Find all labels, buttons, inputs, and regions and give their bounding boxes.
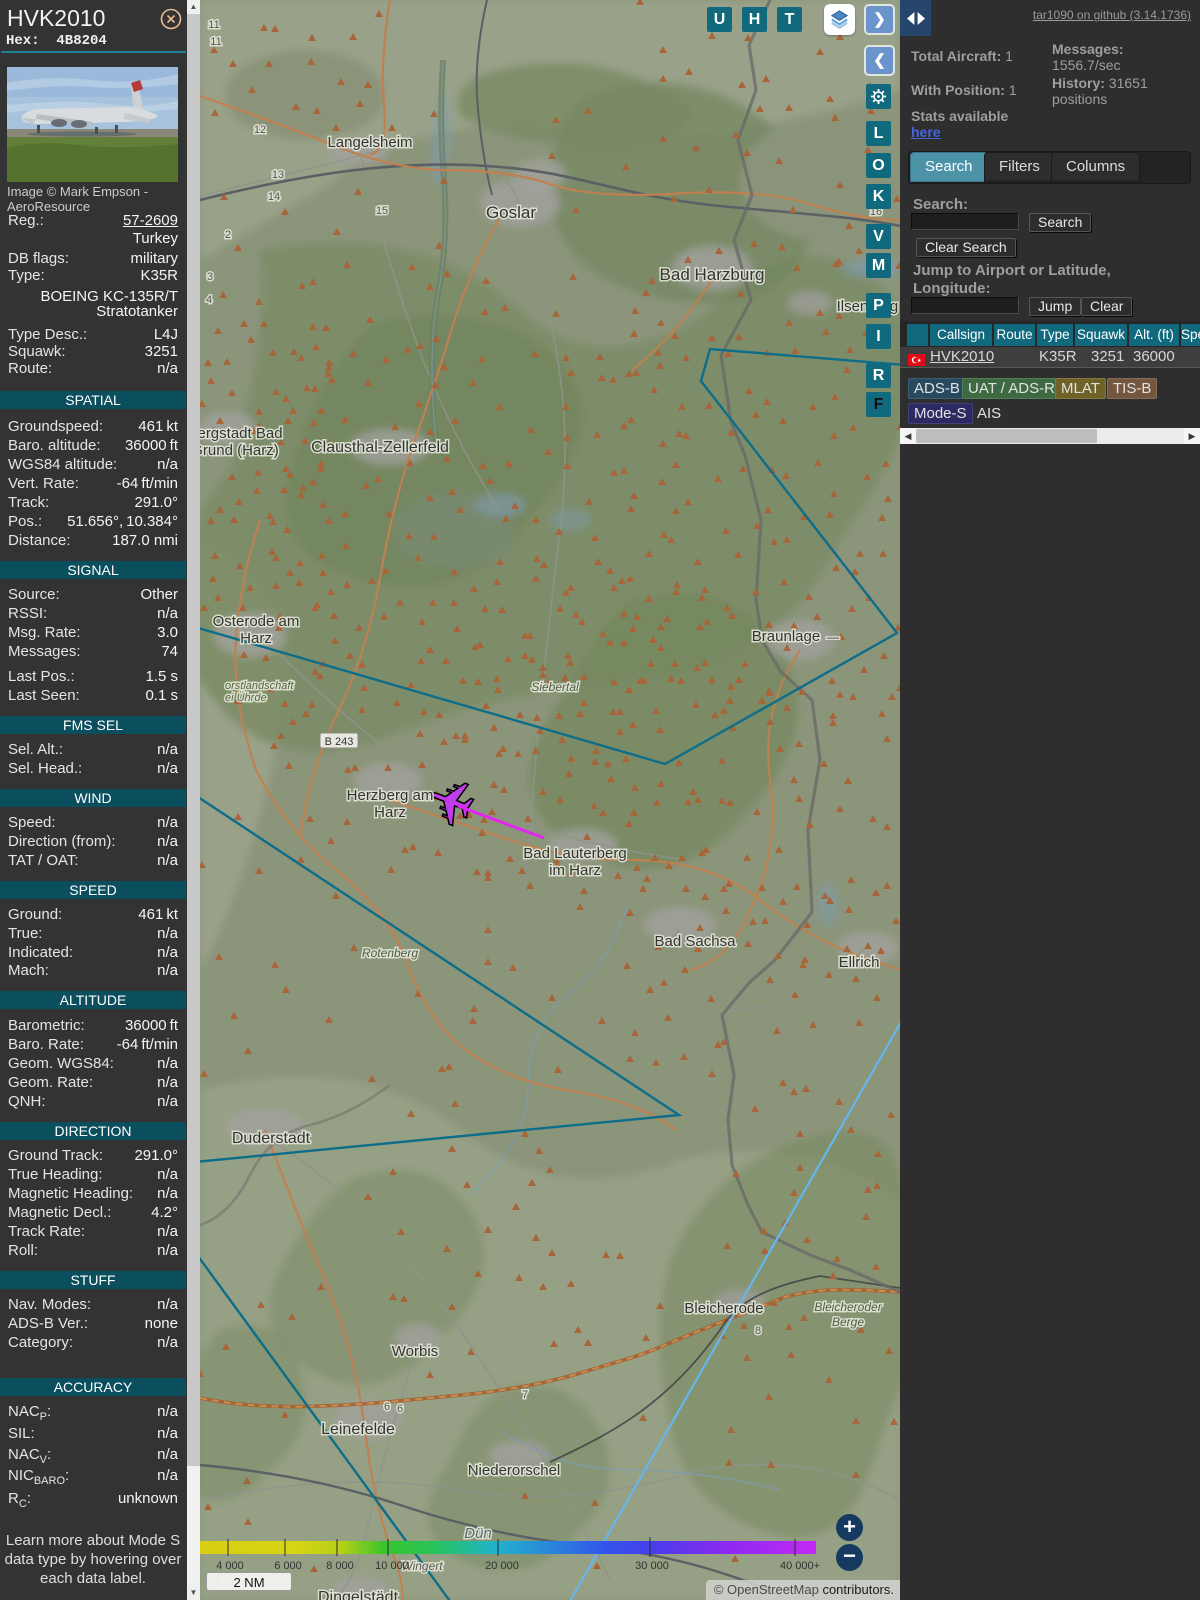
svg-text:Braunlage: Braunlage: [752, 628, 820, 645]
svg-text:ei Ührde: ei Ührde: [225, 692, 267, 704]
svg-text:8 000: 8 000: [326, 1560, 354, 1572]
svg-text:Berge: Berge: [832, 1315, 864, 1329]
svg-text:Harz: Harz: [374, 804, 406, 821]
svg-text:Ellrich: Ellrich: [839, 954, 880, 971]
svg-text:7: 7: [522, 1389, 528, 1401]
svg-text:4 000: 4 000: [216, 1560, 244, 1572]
svg-text:2: 2: [225, 229, 231, 241]
svg-text:orstlandschaft: orstlandschaft: [225, 680, 294, 692]
svg-text:Goslar: Goslar: [486, 203, 536, 222]
svg-text:Worbis: Worbis: [392, 1343, 438, 1360]
svg-text:6: 6: [384, 1401, 390, 1413]
svg-text:3: 3: [207, 271, 213, 283]
svg-text:Dingelstädt: Dingelstädt: [318, 1589, 399, 1600]
svg-text:11: 11: [208, 19, 219, 31]
svg-text:Herzberg am: Herzberg am: [347, 787, 434, 804]
svg-text:12: 12: [254, 124, 266, 136]
svg-text:40 000+: 40 000+: [780, 1560, 820, 1572]
svg-text:im Harz: im Harz: [549, 862, 601, 879]
svg-text:Siebertal: Siebertal: [531, 680, 579, 694]
svg-text:Bad Harzburg: Bad Harzburg: [660, 265, 765, 284]
svg-text:6: 6: [397, 1403, 403, 1415]
svg-text:4: 4: [206, 294, 212, 306]
svg-text:6 000: 6 000: [274, 1560, 302, 1572]
svg-text:Duderstadt: Duderstadt: [232, 1130, 311, 1147]
svg-text:Bergstadt Bad: Bergstadt Bad: [200, 425, 283, 442]
svg-text:Grund (Harz): Grund (Harz): [200, 442, 279, 459]
svg-text:14: 14: [268, 191, 280, 203]
svg-text:8: 8: [755, 1325, 761, 1337]
svg-text:10 000: 10 000: [375, 1560, 409, 1572]
svg-text:Dün: Dün: [464, 1525, 492, 1542]
svg-text:20 000: 20 000: [485, 1560, 519, 1572]
svg-text:15: 15: [376, 205, 388, 217]
svg-text:Bad Lauterberg: Bad Lauterberg: [523, 845, 626, 862]
svg-text:11: 11: [210, 36, 221, 48]
svg-text:13: 13: [272, 169, 284, 181]
svg-text:Rotenberg: Rotenberg: [362, 946, 418, 960]
svg-text:—: —: [827, 630, 839, 644]
svg-text:B 243: B 243: [325, 736, 354, 748]
svg-text:Bad Sachsa: Bad Sachsa: [655, 933, 737, 950]
svg-text:Bleicheroder: Bleicheroder: [814, 1300, 882, 1314]
svg-text:Osterode am: Osterode am: [213, 613, 300, 630]
svg-text:30 000: 30 000: [635, 1560, 669, 1572]
svg-text:Clausthal-Zellerfeld: Clausthal-Zellerfeld: [311, 439, 449, 456]
svg-text:Langelsheim: Langelsheim: [327, 134, 412, 151]
svg-text:Harz: Harz: [240, 630, 272, 647]
svg-text:Leinefelde: Leinefelde: [321, 1421, 395, 1438]
svg-text:Bleicherode: Bleicherode: [684, 1300, 763, 1317]
svg-text:Niederorschel: Niederorschel: [468, 1462, 561, 1479]
